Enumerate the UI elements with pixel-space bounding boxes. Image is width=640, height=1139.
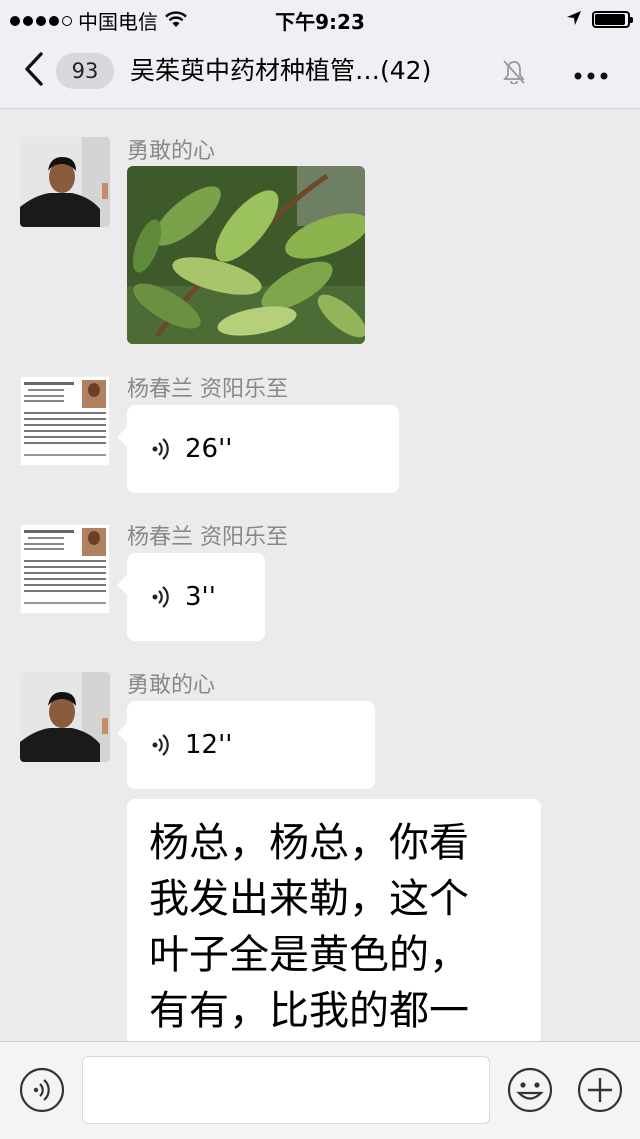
avatar[interactable] <box>20 376 110 466</box>
voice-duration: 12'' <box>185 730 233 760</box>
battery-icon <box>592 10 633 28</box>
message-input[interactable] <box>82 1056 490 1124</box>
voice-mode-icon <box>19 1067 65 1113</box>
unread-count-badge[interactable]: 93 <box>56 53 114 89</box>
back-chevron-icon <box>25 52 43 86</box>
sender-name: 勇敢的心 <box>127 139 216 164</box>
sender-name: 勇敢的心 <box>127 673 216 698</box>
sender-name: 杨春兰 资阳乐至 <box>127 525 288 550</box>
voice-wave-icon <box>152 438 169 460</box>
message-list[interactable]: 勇敢的心 杨春兰 资阳乐至 26'' 杨春兰 资阳乐至 3'' 勇敢的心 12'… <box>0 109 640 1041</box>
chat-header: 93 吴茱萸中药材种植管…(42) <box>0 36 640 109</box>
voice-duration: 3'' <box>185 582 216 612</box>
text-message-bubble[interactable]: 杨总，杨总，你看 我发出来勒，这个 叶子全是黄色的， 有有，比我的都一 <box>127 799 541 1041</box>
location-arrow-icon <box>566 7 582 31</box>
plant-leaves-photo <box>127 166 365 344</box>
more-options-button[interactable] <box>574 58 608 86</box>
input-bar <box>0 1041 640 1139</box>
voice-message-bubble[interactable]: 3'' <box>117 553 265 641</box>
chat-title: 吴茱萸中药材种植管…(42) <box>130 56 432 85</box>
back-button[interactable] <box>22 50 58 94</box>
voice-wave-icon <box>152 734 169 756</box>
voice-message-bubble[interactable]: 26'' <box>117 405 399 493</box>
emoji-icon <box>507 1067 553 1113</box>
mute-bell-icon <box>503 60 525 88</box>
voice-message-bubble[interactable]: 12'' <box>117 701 375 789</box>
voice-duration: 26'' <box>185 434 233 464</box>
voice-mode-button[interactable] <box>18 1066 66 1114</box>
voice-wave-icon <box>152 586 169 608</box>
plus-icon <box>577 1067 623 1113</box>
avatar[interactable] <box>20 137 110 227</box>
status-bar: 中国电信 下午9:23 <box>0 0 640 36</box>
message-text-line: 有有，比我的都一 <box>149 988 469 1034</box>
message-text-line: 我发出来勒，这个 <box>149 876 469 922</box>
image-message[interactable] <box>127 166 365 344</box>
emoji-button[interactable] <box>506 1066 554 1114</box>
avatar[interactable] <box>20 672 110 762</box>
avatar[interactable] <box>20 524 110 614</box>
more-functions-button[interactable] <box>576 1066 624 1114</box>
sender-name: 杨春兰 资阳乐至 <box>127 377 288 402</box>
clock: 下午9:23 <box>275 10 365 34</box>
more-dots-icon <box>574 72 608 80</box>
message-text-line: 叶子全是黄色的， <box>149 932 469 978</box>
message-text-line: 杨总，杨总，你看 <box>149 820 469 866</box>
